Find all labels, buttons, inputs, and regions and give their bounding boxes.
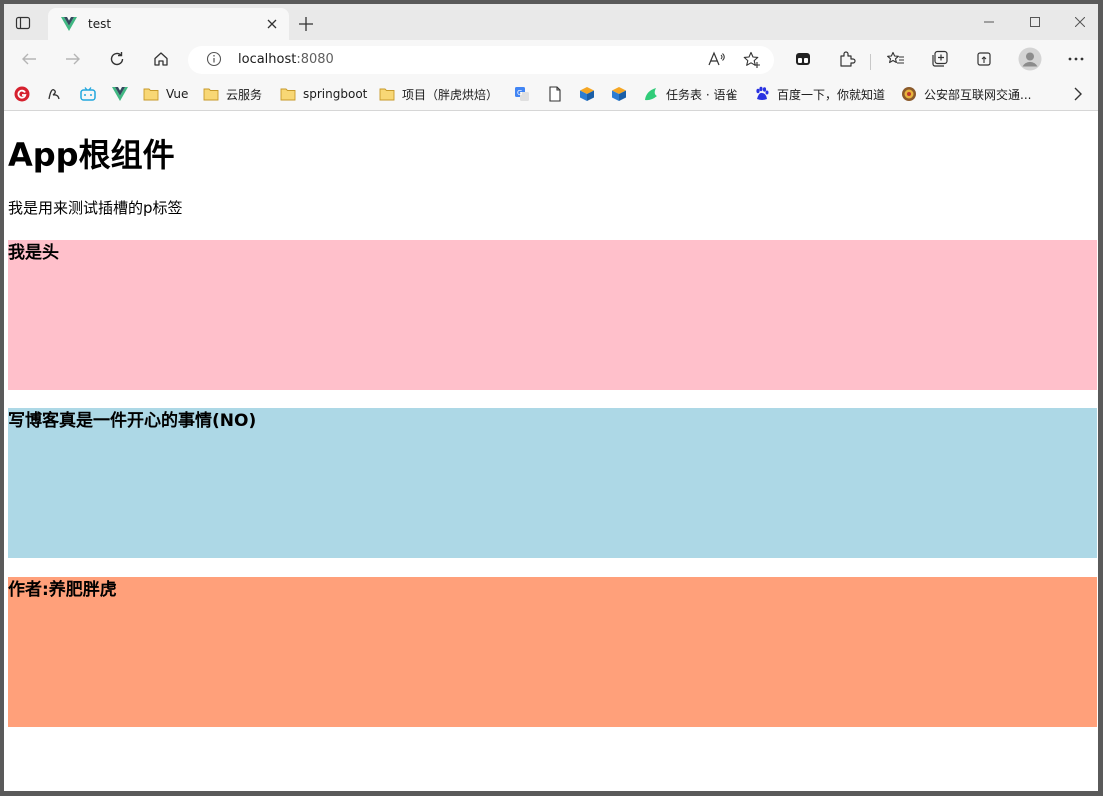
main-heading: 写博客真是一件开心的事情(NO) — [8, 411, 257, 431]
translate-icon: G — [514, 86, 530, 102]
refresh-icon[interactable] — [103, 45, 131, 73]
bookmark-baidu[interactable]: 百度一下，你就知道 — [754, 85, 885, 103]
page-content: App根组件 我是用来测试插槽的p标签 我是头 写博客真是一件开心的事情(NO)… — [4, 111, 1098, 791]
bookmarks-bar: Vue 云服务 springboot 项目（胖虎烘焙） G 任务表 · 语雀 百… — [4, 78, 1098, 111]
bookmark-label: 项目（胖虎烘焙） — [402, 87, 499, 102]
bookmark-vue[interactable] — [112, 85, 128, 103]
folder-icon — [280, 86, 296, 102]
header-heading: 我是头 — [8, 243, 59, 263]
tab-strip: test — [4, 4, 1098, 40]
back-icon[interactable] — [15, 45, 43, 73]
maximize-icon[interactable] — [1012, 4, 1058, 40]
vue-logo-icon — [60, 15, 78, 33]
bookmark-label: 云服务 — [226, 87, 263, 102]
bookmark-folder-project[interactable]: 项目（胖虎烘焙） — [379, 85, 498, 103]
screenshot-icon[interactable] — [970, 45, 998, 73]
bookmark-label: 百度一下，你就知道 — [777, 87, 886, 102]
bookmark-translate[interactable]: G — [514, 85, 530, 103]
folder-icon — [143, 86, 159, 102]
bookmark-folder-vue[interactable]: Vue — [143, 85, 188, 103]
footer-section: 作者:养肥胖虎 — [8, 577, 1097, 727]
toolbar-divider — [870, 54, 871, 70]
folder-icon — [203, 86, 219, 102]
bookmark-bilibili[interactable] — [80, 85, 96, 103]
home-icon[interactable] — [147, 45, 175, 73]
vue-logo-icon — [112, 86, 128, 102]
folder-icon — [379, 86, 395, 102]
minimize-icon[interactable] — [966, 4, 1012, 40]
address-bar[interactable]: localhost:8080 — [188, 46, 774, 74]
browser-window: test localhost:8080 Vue 云服务 springboot 项… — [4, 4, 1098, 791]
bookmark-folder-cloud[interactable]: 云服务 — [203, 85, 262, 103]
collections-icon[interactable] — [926, 45, 954, 73]
read-aloud-icon[interactable] — [708, 51, 726, 71]
bookmarks-more-chevron-icon[interactable] — [1070, 85, 1086, 103]
toolbar: localhost:8080 — [4, 40, 1098, 78]
extensions-icon[interactable] — [833, 45, 861, 73]
box-icon — [579, 86, 595, 102]
header-section: 我是头 — [8, 240, 1097, 390]
games-icon[interactable] — [789, 45, 817, 73]
slot-paragraph: 我是用来测试插槽的p标签 — [8, 199, 183, 217]
bookmark-folder-springboot[interactable]: springboot — [280, 85, 367, 103]
favorites-icon[interactable] — [882, 45, 910, 73]
script-icon — [46, 86, 62, 102]
new-tab-button[interactable] — [294, 12, 318, 36]
bookmark-box-2[interactable] — [611, 85, 627, 103]
bilibili-icon — [80, 86, 96, 102]
tab-test[interactable]: test — [48, 8, 289, 40]
bookmark-script[interactable] — [46, 85, 62, 103]
page-icon — [547, 86, 563, 102]
bookmark-g[interactable] — [14, 85, 30, 103]
add-favorite-icon[interactable] — [743, 51, 761, 73]
url-text: localhost:8080 — [238, 52, 334, 67]
page-title: App根组件 — [8, 136, 175, 174]
chevron-right-icon — [1070, 86, 1086, 102]
tab-title: test — [88, 17, 112, 31]
bookmark-label: Vue — [166, 87, 189, 101]
url-host: localhost — [238, 52, 297, 67]
main-section: 写博客真是一件开心的事情(NO) — [8, 408, 1097, 558]
forward-icon[interactable] — [59, 45, 87, 73]
site-info-icon[interactable] — [206, 51, 222, 71]
bookmark-label: 公安部互联网交通... — [924, 87, 1032, 102]
bookmark-yuque[interactable]: 任务表 · 语雀 — [643, 85, 737, 103]
url-port: :8080 — [296, 52, 334, 67]
g-icon — [14, 86, 30, 102]
close-window-icon[interactable] — [1057, 4, 1098, 40]
baidu-icon — [754, 86, 770, 102]
profile-avatar[interactable] — [1016, 45, 1044, 73]
tab-actions-icon[interactable] — [12, 12, 34, 34]
bookmark-police[interactable]: 公安部互联网交通... — [901, 85, 1031, 103]
bookmark-box-1[interactable] — [579, 85, 595, 103]
close-tab-icon[interactable] — [261, 13, 283, 35]
more-options-icon[interactable] — [1062, 45, 1090, 73]
yuque-icon — [643, 86, 659, 102]
svg-text:G: G — [517, 89, 522, 97]
box-icon — [611, 86, 627, 102]
bookmark-label: 任务表 · 语雀 — [666, 87, 738, 102]
bookmark-page[interactable] — [547, 85, 563, 103]
footer-heading: 作者:养肥胖虎 — [8, 580, 117, 600]
police-icon — [901, 86, 917, 102]
bookmark-label: springboot — [303, 87, 368, 101]
